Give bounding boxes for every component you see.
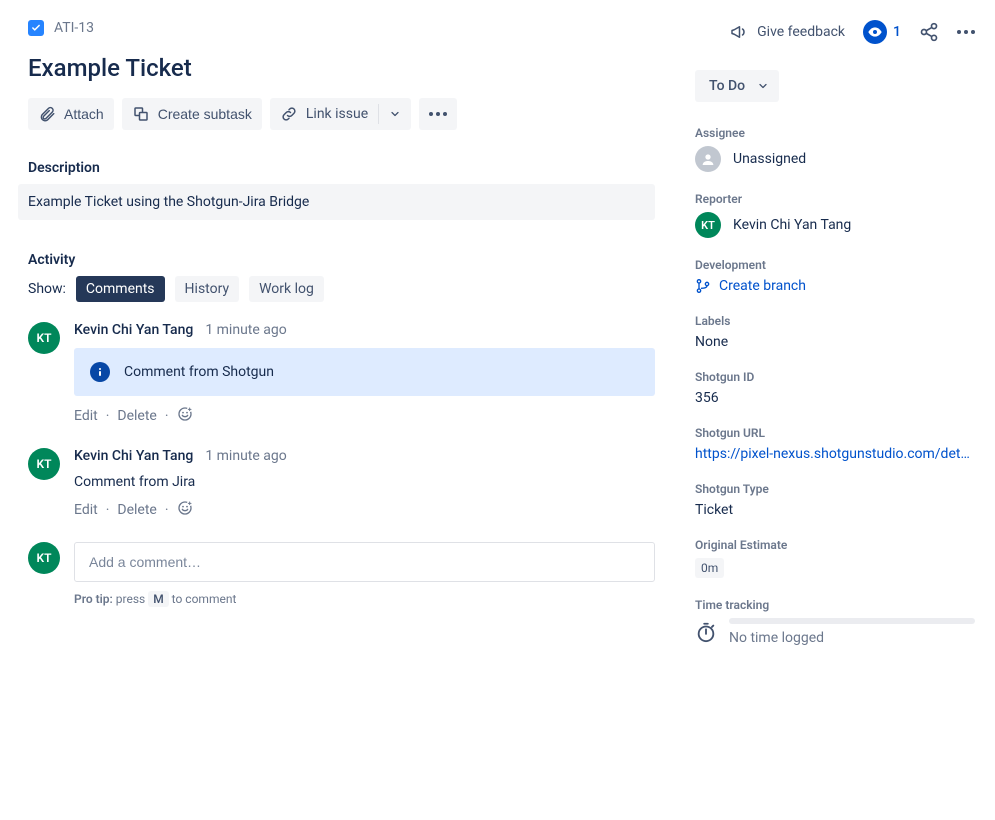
comment-time: 1 minute ago [205, 448, 286, 464]
link-issue-group: Link issue [270, 98, 411, 130]
delete-comment-button[interactable]: Delete [117, 502, 156, 518]
comment-author[interactable]: Kevin Chi Yan Tang [74, 322, 193, 338]
paperclip-icon [38, 105, 56, 123]
tab-comments[interactable]: Comments [76, 276, 165, 302]
tab-history[interactable]: History [175, 276, 240, 302]
shotgun-id-label: Shotgun ID [695, 370, 975, 384]
watch-button[interactable]: 1 [863, 20, 901, 44]
chevron-down-icon [389, 108, 401, 120]
link-issue-button[interactable]: Link issue [270, 98, 378, 130]
reaction-icon[interactable] [177, 406, 193, 426]
branch-icon [695, 278, 711, 294]
link-icon [280, 105, 298, 123]
more-actions-button[interactable] [419, 98, 457, 130]
shotgun-url-value[interactable]: https://pixel-nexus.shotgunstudio.com/de… [695, 446, 975, 462]
attach-label: Attach [64, 106, 104, 122]
more-icon [429, 112, 447, 116]
delete-comment-button[interactable]: Delete [117, 408, 156, 424]
breadcrumb[interactable]: ATI-13 [28, 20, 94, 36]
avatar[interactable]: KT [28, 322, 60, 354]
link-issue-label: Link issue [306, 106, 368, 122]
time-tracking-value: No time logged [729, 630, 975, 646]
issue-type-icon [28, 20, 44, 36]
time-tracking[interactable]: No time logged [695, 618, 975, 646]
tab-worklog[interactable]: Work log [249, 276, 324, 302]
assignee-value[interactable]: Unassigned [695, 146, 975, 172]
subtask-icon [132, 105, 150, 123]
pro-tip: Pro tip: press M to comment [74, 592, 655, 606]
assignee-label: Assignee [695, 126, 975, 140]
description-value[interactable]: Example Ticket using the Shotgun-Jira Br… [18, 184, 655, 220]
original-estimate-label: Original Estimate [695, 538, 975, 552]
create-subtask-label: Create subtask [158, 106, 252, 122]
labels-value[interactable]: None [695, 334, 975, 350]
create-branch-button[interactable]: Create branch [695, 278, 975, 294]
original-estimate-value[interactable]: 0m [695, 558, 724, 578]
issue-key[interactable]: ATI-13 [54, 20, 94, 36]
link-issue-dropdown[interactable] [379, 98, 411, 130]
more-menu-button[interactable] [957, 30, 975, 34]
unassigned-avatar [695, 146, 721, 172]
more-icon [957, 30, 975, 34]
comment: KT Kevin Chi Yan Tang 1 minute ago Comme… [28, 322, 655, 426]
reaction-icon[interactable] [177, 500, 193, 520]
add-comment-input[interactable] [74, 542, 655, 582]
current-user-avatar[interactable]: KT [28, 542, 60, 574]
reporter-value[interactable]: KT Kevin Chi Yan Tang [695, 212, 975, 238]
shotgun-type-value[interactable]: Ticket [695, 502, 975, 518]
shotgun-url-label: Shotgun URL [695, 426, 975, 440]
comment-text: Comment from Jira [74, 474, 655, 490]
comment-author[interactable]: Kevin Chi Yan Tang [74, 448, 193, 464]
status-dropdown[interactable]: To Do [695, 70, 779, 102]
labels-label: Labels [695, 314, 975, 328]
issue-title[interactable]: Example Ticket [28, 54, 655, 82]
attach-button[interactable]: Attach [28, 98, 114, 130]
info-icon [90, 362, 110, 382]
info-panel: Comment from Shotgun [74, 348, 655, 396]
keyboard-shortcut-badge: M [148, 591, 169, 607]
reporter-avatar: KT [695, 212, 721, 238]
shotgun-id-value[interactable]: 356 [695, 390, 975, 406]
create-subtask-button[interactable]: Create subtask [122, 98, 262, 130]
time-tracking-label: Time tracking [695, 598, 975, 612]
person-icon [700, 151, 716, 167]
time-tracking-bar [729, 618, 975, 624]
avatar[interactable]: KT [28, 448, 60, 480]
megaphone-icon [729, 23, 747, 41]
eye-icon [863, 20, 887, 44]
share-icon [919, 22, 939, 42]
shotgun-type-label: Shotgun Type [695, 482, 975, 496]
reporter-label: Reporter [695, 192, 975, 206]
edit-comment-button[interactable]: Edit [74, 502, 98, 518]
comment-text: Comment from Shotgun [124, 364, 274, 380]
comment-time: 1 minute ago [205, 322, 286, 338]
activity-label: Activity [28, 252, 655, 268]
development-label: Development [695, 258, 975, 272]
description-label: Description [28, 160, 655, 176]
stopwatch-icon [695, 621, 717, 643]
edit-comment-button[interactable]: Edit [74, 408, 98, 424]
activity-show-label: Show: [28, 281, 66, 297]
chevron-down-icon [757, 80, 769, 92]
comment: KT Kevin Chi Yan Tang 1 minute ago Comme… [28, 448, 655, 520]
give-feedback-button[interactable]: Give feedback [729, 23, 845, 41]
share-button[interactable] [919, 22, 939, 42]
